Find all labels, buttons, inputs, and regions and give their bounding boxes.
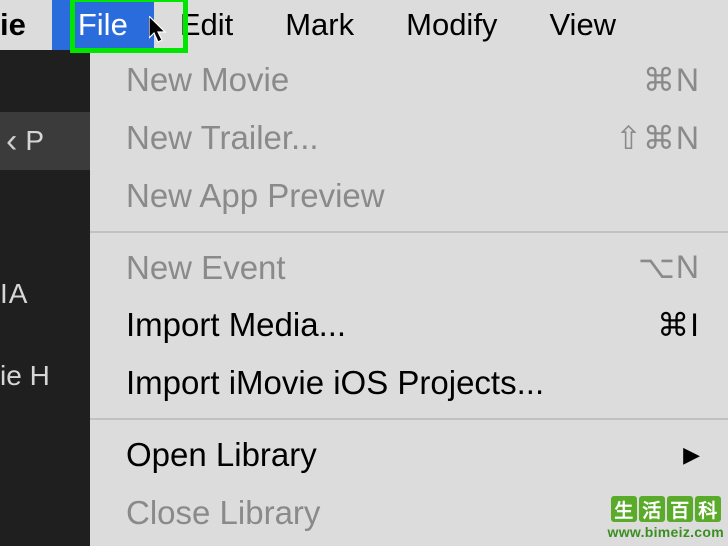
menu-item-label: Open Library [126, 431, 317, 479]
menu-item-label: Import Media... [126, 301, 346, 349]
watermark-char: 百 [667, 496, 693, 522]
menu-item-open-library[interactable]: Open Library ▶ [90, 426, 728, 484]
menu-item-import-media[interactable]: Import Media... ⌘I [90, 296, 728, 354]
shortcut: ⌘I [657, 302, 700, 348]
menu-item-import-ios-projects[interactable]: Import iMovie iOS Projects... [90, 354, 728, 412]
menu-edit[interactable]: Edit [154, 0, 259, 50]
menu-item-new-app-preview[interactable]: New App Preview [90, 167, 728, 225]
watermark: 生 活 百 科 www.bimeiz.com [608, 496, 724, 540]
sidebar: ‹ P IA ie H [0, 50, 90, 546]
menu-item-new-movie[interactable]: New Movie ⌘N [90, 51, 728, 109]
watermark-char: 活 [639, 496, 665, 522]
menu-item-label: New Trailer... [126, 114, 319, 162]
sidebar-label-imovie: ie H [0, 360, 90, 392]
sidebar-label-media: IA [0, 278, 90, 310]
menu-item-label: New App Preview [126, 172, 385, 220]
menu-view[interactable]: View [523, 0, 642, 50]
sidebar-back-label: P [25, 125, 44, 157]
watermark-char: 科 [695, 496, 721, 522]
menu-modify[interactable]: Modify [380, 0, 523, 50]
menu-mark[interactable]: Mark [259, 0, 380, 50]
chevron-right-icon: ▶ [683, 439, 700, 471]
menu-item-label: Import iMovie iOS Projects... [126, 359, 544, 407]
menu-item-label: Close Library [126, 489, 320, 537]
watermark-url: www.bimeiz.com [608, 524, 724, 540]
sidebar-back-button[interactable]: ‹ P [0, 112, 90, 170]
watermark-title: 生 活 百 科 [611, 496, 721, 522]
menu-item-label: New Event [126, 244, 286, 292]
watermark-char: 生 [611, 496, 637, 522]
menu-file[interactable]: File [52, 0, 154, 50]
menubar: ie File Edit Mark Modify View [0, 0, 728, 50]
app-name-fragment: ie [0, 0, 52, 50]
menu-separator [90, 418, 728, 420]
shortcut: ⇧⌘N [615, 115, 700, 161]
chevron-left-icon: ‹ [6, 122, 17, 161]
menu-separator [90, 231, 728, 233]
shortcut: ⌘N [643, 57, 700, 103]
menu-item-new-trailer[interactable]: New Trailer... ⇧⌘N [90, 109, 728, 167]
file-dropdown: New Movie ⌘N New Trailer... ⇧⌘N New App … [90, 50, 728, 546]
shortcut: ⌥N [638, 244, 700, 290]
menu-item-label: New Movie [126, 56, 289, 104]
menu-item-new-event[interactable]: New Event ⌥N [90, 239, 728, 297]
